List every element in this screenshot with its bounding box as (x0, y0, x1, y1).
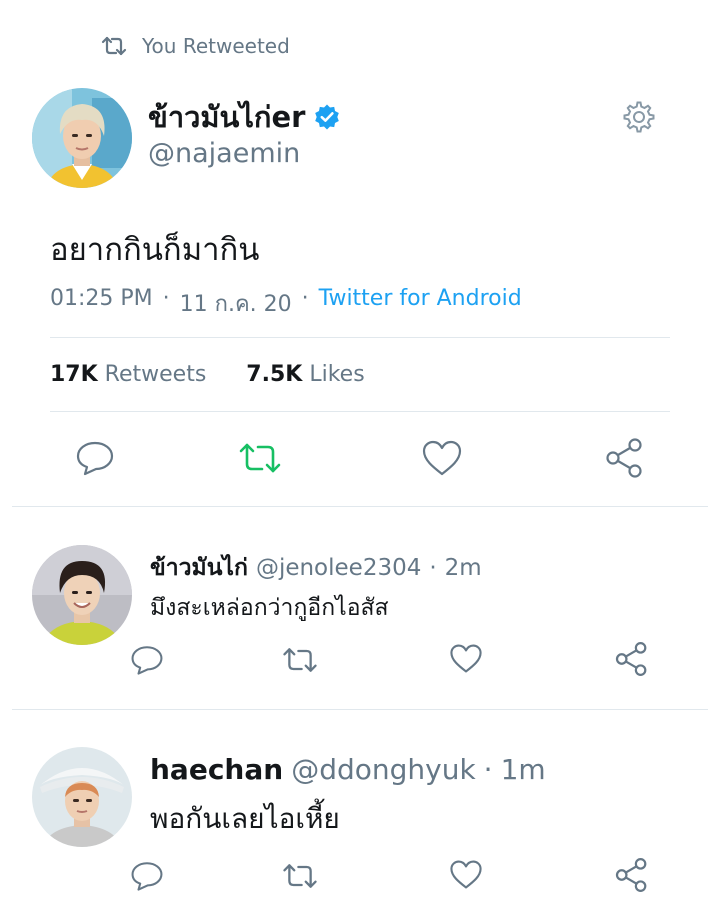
reply-button[interactable] (72, 438, 118, 478)
retweet-icon (238, 441, 282, 475)
divider (50, 411, 670, 412)
retweet-icon (100, 35, 128, 57)
share-button[interactable] (602, 436, 648, 480)
verified-badge-icon (313, 103, 341, 131)
avatar[interactable] (32, 747, 132, 847)
like-icon (421, 439, 463, 477)
divider (50, 337, 670, 338)
reply-text: พอกันเลยไอเหี้ย (150, 802, 340, 835)
reply-button[interactable] (128, 858, 166, 894)
tweet-date: 11 ก.ค. 20 (179, 292, 292, 317)
tweet-stats: 17K Retweets 7.5K Likes (50, 362, 365, 387)
meta-separator: · (162, 286, 170, 311)
reply-text: มึงสะเหล่อกว่ากูอีกไอสัส (150, 595, 389, 621)
tweet-separator (12, 709, 708, 710)
like-button[interactable] (446, 640, 486, 676)
share-button[interactable] (612, 856, 652, 894)
reply-icon (130, 860, 164, 892)
tweet-separator (12, 506, 708, 507)
author-display-name[interactable]: ข้าวมันไก่er (148, 94, 305, 140)
retweets-label: Retweets (104, 362, 207, 387)
meta-separator: · (483, 753, 493, 786)
likes-count: 7.5K (246, 362, 303, 387)
retweet-button[interactable] (236, 438, 284, 478)
retweet-button[interactable] (280, 858, 320, 894)
meta-separator: · (429, 555, 437, 581)
gear-icon[interactable] (622, 100, 656, 134)
reply-icon (75, 440, 115, 476)
tweet-time: 01:25 PM (50, 286, 153, 311)
like-button[interactable] (419, 438, 465, 478)
retweets-count: 17K (50, 362, 98, 387)
likes-label: Likes (309, 362, 365, 387)
reply-time: 1m (500, 753, 546, 786)
retweet-button[interactable] (280, 642, 320, 678)
likes-stat[interactable]: 7.5K Likes (246, 362, 364, 387)
tweet-source-link[interactable]: Twitter for Android (319, 286, 522, 321)
retweets-stat[interactable]: 17K Retweets (50, 362, 206, 387)
retweet-icon (282, 646, 318, 674)
share-icon (614, 857, 650, 893)
reply-display-name[interactable]: ข้าวมันไก่ (150, 550, 248, 586)
tweet-text: อยากกินก็มากิน (50, 232, 260, 268)
reply-handle[interactable]: @ddonghyuk (291, 753, 475, 786)
author-name-row: ข้าวมันไก่er (148, 94, 341, 140)
reply-time: 2m (444, 555, 482, 581)
reply-icon (130, 644, 164, 676)
avatar[interactable] (32, 545, 132, 645)
retweet-context: You Retweeted (100, 32, 290, 60)
reply-handle[interactable]: @jenolee2304 (256, 555, 421, 581)
like-button[interactable] (446, 856, 486, 892)
share-button[interactable] (612, 640, 652, 678)
reply-header: haechan @ddonghyuk · 1m (150, 753, 546, 786)
meta-separator: · (301, 286, 309, 311)
reply-header: ข้าวมันไก่ @jenolee2304 · 2m (150, 550, 482, 586)
reply-display-name[interactable]: haechan (150, 753, 283, 786)
tweet-meta: 01:25 PM · 11 ก.ค. 20 · Twitter for Andr… (50, 286, 522, 321)
retweet-icon (282, 862, 318, 890)
author-handle[interactable]: @najaemin (148, 138, 300, 169)
share-icon (604, 437, 646, 479)
like-icon (449, 859, 483, 890)
like-icon (449, 643, 483, 674)
share-icon (614, 641, 650, 677)
reply-button[interactable] (128, 642, 166, 678)
retweet-context-label: You Retweeted (142, 34, 290, 58)
avatar[interactable] (32, 88, 132, 188)
